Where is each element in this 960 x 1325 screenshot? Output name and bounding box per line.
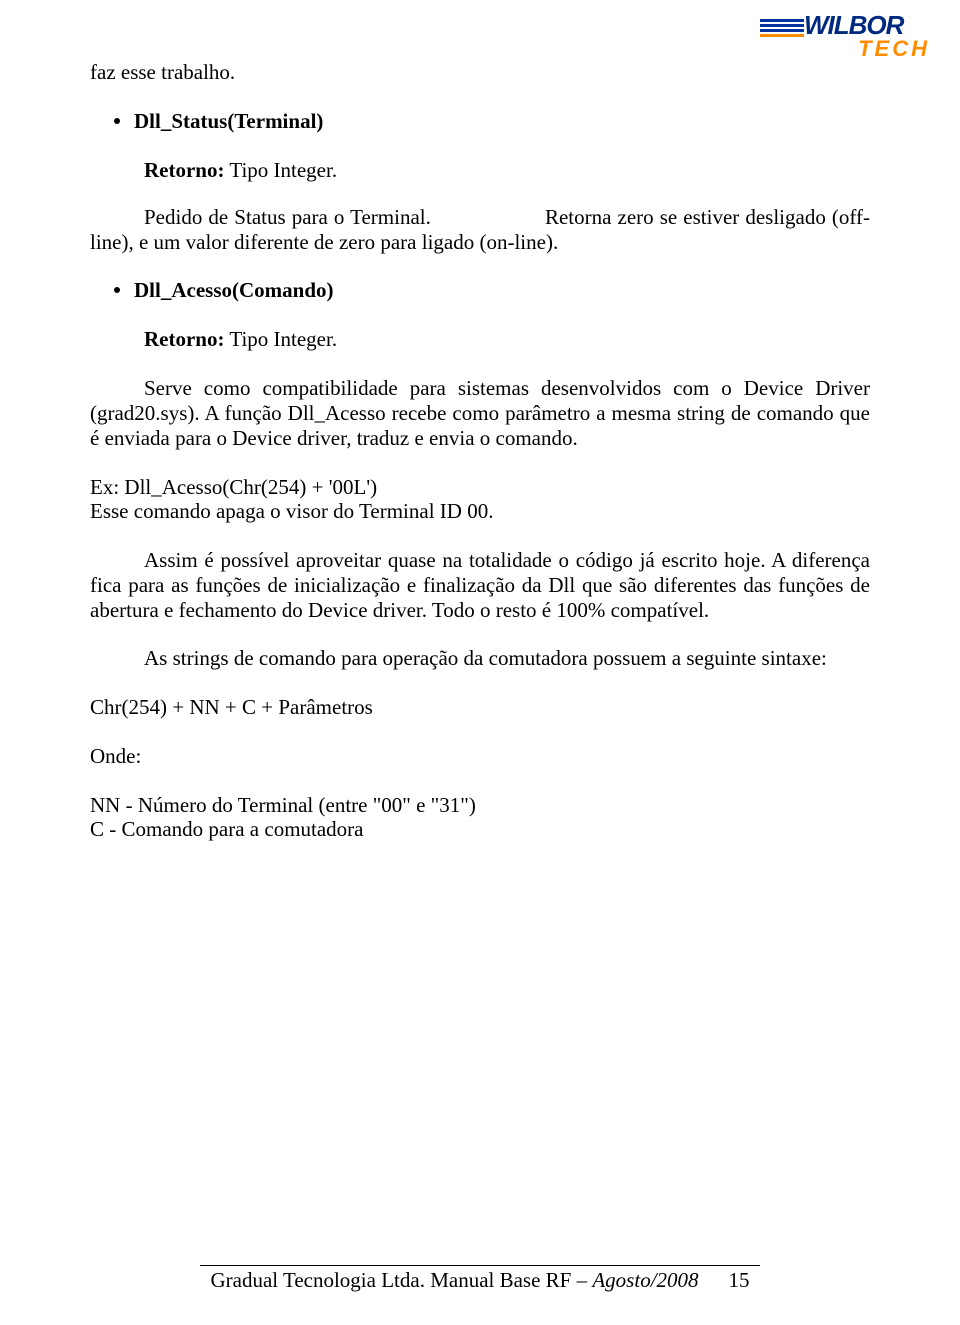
bullet-icon — [114, 118, 120, 124]
footer-rule — [200, 1265, 760, 1266]
paragraph-assim: Assim é possível aproveitar quase na tot… — [90, 548, 870, 622]
bullet-icon — [114, 287, 120, 293]
return-label: Retorno: — [144, 158, 224, 182]
onde-label: Onde: — [90, 744, 870, 769]
item-description: Pedido de Status para o Terminal. Retorn… — [90, 205, 870, 255]
item-description: Serve como compatibilidade para sistemas… — [90, 376, 870, 450]
example-line-1: Ex: Dll_Acesso(Chr(254) + '00L') — [90, 475, 870, 500]
onde-nn: NN - Número do Terminal (entre "00" e "3… — [90, 793, 870, 818]
footer-text: Gradual Tecnologia Ltda. Manual Base RF … — [210, 1268, 592, 1292]
return-value: Tipo Integer. — [224, 158, 337, 182]
return-value: Tipo Integer. — [224, 327, 337, 351]
example-line-2: Esse comando apaga o visor do Terminal I… — [90, 499, 870, 524]
paragraph-sintaxe: As strings de comando para operação da c… — [90, 646, 870, 671]
brand-logo: WILBOR TECH — [760, 12, 930, 72]
syntax-line: Chr(254) + NN + C + Parâmetros — [90, 695, 870, 720]
item-title: Dll_Acesso(Comando) — [134, 278, 334, 302]
return-line: Retorno: Tipo Integer. — [144, 158, 870, 183]
intro-paragraph: faz esse trabalho. — [90, 60, 870, 85]
footer-date: Agosto/2008 — [592, 1268, 698, 1292]
return-label: Retorno: — [144, 327, 224, 351]
list-item: Dll_Status(Terminal) — [114, 109, 870, 134]
logo-sub-text: TECH — [760, 39, 930, 60]
page-content: faz esse trabalho. Dll_Status(Terminal) … — [0, 0, 960, 842]
logo-stripes-icon — [760, 17, 804, 41]
item-title: Dll_Status(Terminal) — [134, 109, 323, 133]
onde-c: C - Comando para a comutadora — [90, 817, 870, 842]
page-number: 15 — [729, 1268, 750, 1293]
list-item: Dll_Acesso(Comando) — [114, 278, 870, 303]
return-line: Retorno: Tipo Integer. — [144, 327, 870, 352]
page-footer: Gradual Tecnologia Ltda. Manual Base RF … — [0, 1265, 960, 1293]
